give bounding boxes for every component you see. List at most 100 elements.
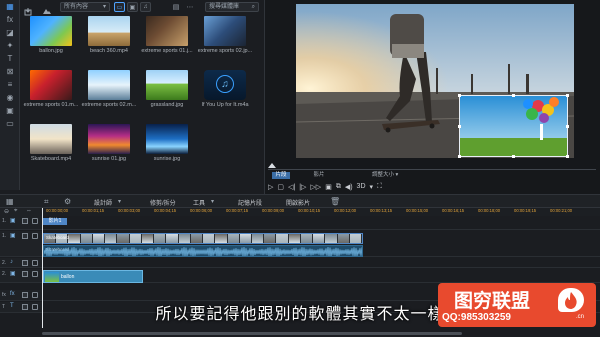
video-frame-thumb	[129, 234, 142, 243]
track-enable-checkbox[interactable]	[22, 271, 28, 277]
track-type-icon: ♪	[10, 259, 13, 265]
view-video-filter-icon[interactable]: ▭	[114, 2, 125, 12]
designer-button[interactable]: 設計師	[94, 198, 112, 207]
scrubber-bar[interactable]	[268, 169, 596, 170]
transition-room-icon[interactable]: ⊠	[0, 66, 20, 78]
media-item[interactable]: sunrise 01.jpg	[80, 122, 138, 174]
audio-mix-icon[interactable]: ≡	[0, 79, 20, 91]
more-options-icon[interactable]: ⋯	[184, 2, 196, 12]
open-video-button[interactable]: 開啟影片	[286, 198, 310, 207]
track-enable-checkbox[interactable]	[22, 260, 28, 266]
three-d-toggle[interactable]: 3D	[357, 183, 366, 190]
resize-handle-bl[interactable]	[458, 155, 461, 158]
subtitle-room-icon[interactable]: ▭	[0, 118, 20, 130]
memory-clip-button[interactable]: 記憶片段	[238, 198, 262, 207]
media-item-label: beach 360.mp4	[90, 48, 128, 54]
import-icon[interactable]	[24, 3, 32, 16]
settings-icon[interactable]: ⚙	[64, 197, 71, 206]
lock-icon[interactable]	[32, 271, 38, 277]
timeline-scrollbar[interactable]	[42, 332, 462, 335]
particle-room-icon[interactable]: ✦	[0, 40, 20, 52]
resize-handle-bottom[interactable]	[512, 155, 515, 158]
media-item[interactable]: Skateboard.mp4	[22, 122, 80, 174]
search-icon: ⌕	[251, 4, 255, 10]
video-frame-thumb	[288, 234, 301, 243]
video-clip-label: Skateboard	[46, 235, 70, 240]
chevron-down-icon[interactable]: ▾	[118, 198, 121, 205]
media-item[interactable]: sunrise.jpg	[138, 122, 196, 174]
resize-handle-top[interactable]	[512, 94, 515, 97]
media-item[interactable]: extreme sports 01.m...	[22, 68, 80, 120]
lock-icon[interactable]	[32, 260, 38, 266]
voice-record-icon[interactable]: ◉	[0, 92, 20, 104]
fast-forward-icon[interactable]: ▷▷	[310, 183, 321, 191]
lock-icon[interactable]	[32, 292, 38, 298]
watermark-site: .cn	[576, 314, 585, 320]
snap-icon[interactable]: ⌖	[14, 208, 17, 215]
storyboard-view-icon[interactable]: ▦	[6, 197, 14, 206]
track-enable-checkbox[interactable]	[22, 292, 28, 298]
fit-icon[interactable]: ⇔	[26, 208, 32, 214]
ruler-tick-label: 00:00:03;00	[118, 208, 141, 213]
media-item[interactable]: ballon.jpg	[22, 14, 80, 66]
shrink-view-icon[interactable]: ▤	[170, 2, 182, 12]
undock-icon[interactable]: ⧉	[336, 183, 341, 191]
chapter-room-icon[interactable]: ▣	[0, 105, 20, 117]
trash-icon[interactable]: 🗑	[330, 197, 340, 206]
resize-handle-tl[interactable]	[458, 94, 461, 97]
timeline-ruler[interactable]: 00:00:00;00 00:00:01;15 00:00:03;00 00:00:0…	[40, 208, 600, 216]
media-item[interactable]: grassland.jpg	[138, 68, 196, 120]
lock-icon[interactable]	[32, 218, 38, 224]
media-item[interactable]: ♫ If You Up for It.m4a	[196, 68, 254, 120]
media-item[interactable]: beach 360.mp4	[80, 14, 138, 66]
view-audio-filter-icon[interactable]: ♫	[140, 2, 151, 12]
media-thumbnail	[30, 124, 72, 154]
audio-clip[interactable]: Skateboard	[43, 245, 363, 257]
scrubber-handle-icon[interactable]	[268, 163, 276, 168]
track-number: 2.	[2, 260, 7, 266]
previous-frame-icon[interactable]: ◁|	[288, 183, 295, 191]
media-item[interactable]: extreme sports 01.j...	[138, 14, 196, 66]
fullscreen-icon[interactable]: ⛶	[377, 183, 382, 191]
fx-room-icon[interactable]: fx	[0, 14, 20, 26]
resize-handle-br[interactable]	[566, 155, 569, 158]
resize-handle-right[interactable]	[566, 125, 569, 128]
video-frame-thumb	[349, 234, 362, 243]
volume-icon[interactable]: ◀)	[345, 183, 353, 191]
library-filter-dropdown[interactable]: 所有內容 ▾	[60, 2, 110, 12]
track-enable-checkbox[interactable]	[22, 218, 28, 224]
plugins-icon[interactable]	[42, 3, 52, 14]
ruler-tick-label: 00:00:21;00	[550, 208, 573, 213]
resize-handle-left[interactable]	[458, 125, 461, 128]
snapshot-icon[interactable]: ▣	[325, 183, 332, 191]
crop-icon[interactable]: ⌗	[44, 197, 49, 207]
play-icon[interactable]: ▷	[268, 183, 273, 191]
zoom-out-icon[interactable]: ⊖	[4, 208, 9, 215]
trim-split-button[interactable]: 修剪/拆分	[150, 198, 176, 207]
movie-mode-tab[interactable]: 影片	[310, 172, 328, 179]
stop-icon[interactable]: ▢	[277, 183, 284, 191]
pip-overlay-image[interactable]	[459, 95, 568, 157]
library-search-input[interactable]: 搜尋媒體庫 ⌕	[205, 2, 259, 12]
video-clip[interactable]: Skateboard	[43, 233, 363, 244]
image-clip-thumbnail	[45, 272, 59, 282]
image-clip[interactable]: ballon	[43, 270, 143, 283]
media-room-icon[interactable]: ▦	[0, 1, 20, 13]
view-image-filter-icon[interactable]: ▣	[127, 2, 138, 12]
clip-mode-tab[interactable]: 片段	[272, 172, 290, 179]
pip-room-icon[interactable]: ◪	[0, 27, 20, 39]
track-enable-checkbox[interactable]	[22, 233, 28, 239]
tools-button[interactable]: 工具	[193, 198, 205, 207]
media-item[interactable]: extreme sports 02.jp...	[196, 14, 254, 66]
media-item[interactable]: extreme sports 02.m...	[80, 68, 138, 120]
video-frame-thumb	[325, 234, 338, 243]
ruler-tick-label: 00:00:09;00	[262, 208, 285, 213]
next-frame-icon[interactable]: |▷	[299, 183, 306, 191]
chevron-down-icon[interactable]: ▾	[370, 183, 374, 191]
library-search-placeholder: 搜尋媒體庫	[209, 4, 240, 10]
zoom-dropdown[interactable]: 調整大小 ▾	[372, 172, 398, 179]
lock-icon[interactable]	[32, 233, 38, 239]
title-room-icon[interactable]: T	[0, 53, 20, 65]
chevron-down-icon[interactable]: ▾	[211, 198, 214, 205]
resize-handle-tr[interactable]	[566, 94, 569, 97]
